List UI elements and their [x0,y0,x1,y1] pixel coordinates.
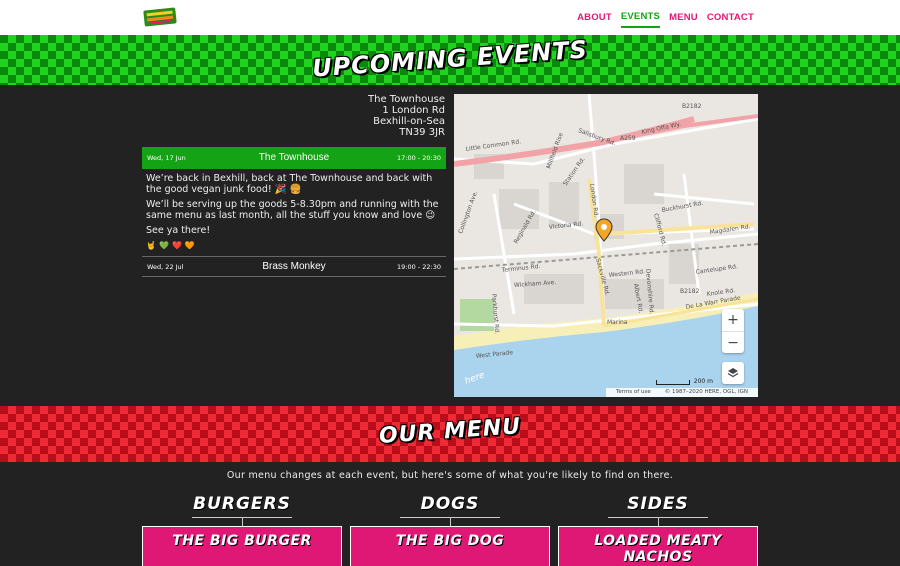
navbar: ABOUT EVENTS MENU CONTACT [0,0,900,35]
map-label: B2182 [682,103,702,110]
map-canvas[interactable]: King Offa Wy. Little Common Rd. Salisbur… [454,94,758,397]
event-date: Wed, 22 Jul [147,262,184,271]
divider [449,518,451,526]
menu-item-card: The Big Dog [350,526,550,566]
menu-column-dogs: Dogs The Big Dog [350,494,550,566]
zoom-control: + − [722,309,744,353]
menu-item-title: The Big Burger [172,533,312,549]
map-label: Marina [607,319,628,326]
nav-link-menu[interactable]: MENU [669,8,698,27]
menu-section: Our menu changes at each event, but here… [0,462,900,566]
green-heart-icon: 💚 [158,241,169,250]
map-label: Little Common Rd. [465,138,521,153]
red-heart-icon: ❤️ [171,241,182,250]
map-label: Western Rd. [608,268,645,279]
menu-heading: Our Menu [378,414,522,449]
event-name: The Townhouse [258,152,330,163]
orange-heart-icon: 🧡 [184,241,195,250]
events-section: The Townhouse 1 London Rd Bexhill-on-Sea… [0,85,900,406]
layers-icon [727,368,739,378]
events-list: Wed, 17 Jun The Townhouse 17:00 - 20:30 … [142,147,446,277]
events-heading: Upcoming Events [311,35,589,83]
menu-item-title: Loaded Meaty Nachos [594,533,722,565]
scale-bar [655,380,690,385]
venue-address-line: Bexhill-on-Sea [373,116,445,127]
venue-address: The Townhouse 1 London Rd Bexhill-on-Sea… [300,94,445,138]
event-row[interactable]: Wed, 22 Jul Brass Monkey 19:00 - 22:30 [142,256,446,277]
events-banner: Upcoming Events [0,35,900,85]
event-row[interactable]: Wed, 17 Jun The Townhouse 17:00 - 20:30 [142,147,446,168]
map-terms-link[interactable]: Terms of use [616,389,651,396]
nav-link-about[interactable]: ABOUT [577,8,612,27]
divider [241,518,243,526]
emoji-row: 🤘 💚 ❤️ 🧡 [146,240,442,251]
menu-item-card: The Big Burger [142,526,342,566]
zoom-out-button[interactable]: − [722,331,744,353]
nav-link-contact[interactable]: CONTACT [707,8,754,27]
menu-column-sides: Sides Loaded Meaty Nachos [558,494,758,566]
venue-address-line: TN39 3JR [399,127,445,138]
map-attribution: Terms of use © 1987–2020 HERE, OGL, IGN [605,388,758,397]
event-time: 17:00 - 20:30 [397,153,441,162]
event-description: See ya there! [146,225,211,236]
menu-item-title: The Big Dog [395,533,505,549]
menu-banner: Our Menu [0,406,900,462]
menu-intro: Our menu changes at each event, but here… [226,470,674,481]
logo-icon[interactable] [143,6,177,28]
event-time: 19:00 - 22:30 [397,262,441,271]
menu-column-title: Sides [627,494,689,514]
menu-column-burgers: Burgers The Big Burger [142,494,342,566]
event-description: We’re back in Bexhill, back at The Townh… [146,173,433,195]
map-park [460,299,494,331]
event-description: We’ll be serving up the goods 5-8.30pm a… [146,199,439,221]
map-label: Buckhurst Rd. [661,200,704,214]
scale-label: 200 m [693,378,713,385]
layers-button[interactable] [722,362,744,384]
event-details: We’re back in Bexhill, back at The Townh… [142,168,446,256]
map-label: Cantelupe Rd. [695,263,738,276]
map-label: Collington Ave. [457,190,479,235]
menu-column-title: Dogs [420,494,480,514]
zoom-in-button[interactable]: + [722,309,744,331]
event-map[interactable]: King Offa Wy. Little Common Rd. Salisbur… [454,94,758,397]
map-label: B2182 [680,288,700,295]
nav-link-events[interactable]: EVENTS [620,7,661,28]
event-date: Wed, 17 Jun [147,153,186,162]
map-copyright: © 1987–2020 HERE, OGL, IGN [664,389,748,395]
menu-column-title: Burgers [193,494,291,514]
nav-links: ABOUT EVENTS MENU CONTACT [577,0,754,35]
rock-hand-icon: 🤘 [146,241,156,250]
event-name: Brass Monkey [262,261,326,272]
venue-address-line: The Townhouse [368,94,445,105]
map-label: A259 [620,135,636,142]
divider [657,518,659,526]
map-scale: 200 m [655,378,713,385]
venue-address-line: 1 London Rd [382,105,445,116]
menu-item-card: Loaded Meaty Nachos [558,526,758,566]
